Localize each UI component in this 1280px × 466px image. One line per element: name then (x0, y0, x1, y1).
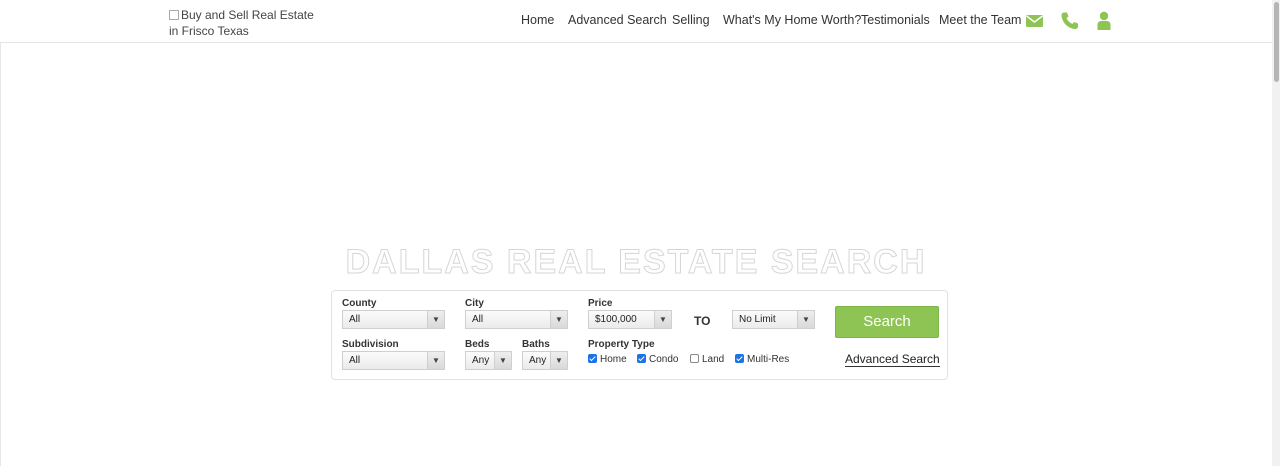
chevron-down-icon: ▼ (427, 311, 444, 328)
property-type-label: Property Type (588, 339, 655, 350)
quick-search-form: County All ▼ City All ▼ Price $100,000 ▼ TO… (331, 290, 948, 380)
scrollbar[interactable] (1272, 0, 1280, 466)
nav-home[interactable]: Home (521, 13, 554, 27)
chevron-down-icon: ▼ (427, 352, 444, 369)
price-max-select[interactable]: No Limit ▼ (732, 310, 815, 329)
site-header: Buy and Sell Real Estate in Frisco Texas… (0, 0, 1272, 43)
price-min-select[interactable]: $100,000 ▼ (588, 310, 672, 329)
beds-label: Beds (465, 339, 490, 350)
hero-title: DALLAS REAL ESTATE SEARCH (345, 243, 927, 282)
price-to-label: TO (694, 314, 711, 328)
envelope-icon[interactable] (1025, 11, 1045, 31)
county-select[interactable]: All ▼ (342, 310, 445, 329)
search-button[interactable]: Search (835, 306, 939, 338)
nav-meet-team[interactable]: Meet the Team (939, 13, 1021, 27)
subdivision-label: Subdivision (342, 339, 399, 350)
checkbox-condo[interactable]: Condo (637, 354, 678, 365)
city-select[interactable]: All ▼ (465, 310, 568, 329)
logo-alt-text: Buy and Sell Real Estate in Frisco Texas (169, 8, 314, 38)
checkbox-box[interactable] (588, 354, 597, 363)
phone-icon[interactable] (1060, 11, 1080, 31)
baths-select[interactable]: Any ▼ (522, 351, 568, 370)
nav-selling[interactable]: Selling (672, 13, 710, 27)
chevron-down-icon: ▼ (550, 352, 567, 369)
advanced-search-link[interactable]: Advanced Search (845, 352, 940, 367)
baths-label: Baths (522, 339, 550, 350)
site-logo[interactable]: Buy and Sell Real Estate in Frisco Texas (169, 7, 319, 39)
city-label: City (465, 298, 484, 309)
chevron-down-icon: ▼ (550, 311, 567, 328)
chevron-down-icon: ▼ (494, 352, 511, 369)
checkbox-home[interactable]: Home (588, 354, 627, 365)
chevron-down-icon: ▼ (654, 311, 671, 328)
county-label: County (342, 298, 377, 309)
checkbox-box[interactable] (690, 354, 699, 363)
beds-select[interactable]: Any ▼ (465, 351, 512, 370)
chevron-down-icon: ▼ (797, 311, 814, 328)
subdivision-select[interactable]: All ▼ (342, 351, 445, 370)
checkbox-box[interactable] (637, 354, 646, 363)
price-label: Price (588, 298, 613, 309)
nav-advanced-search[interactable]: Advanced Search (568, 13, 667, 27)
nav-home-worth[interactable]: What's My Home Worth? (723, 13, 861, 27)
scrollbar-thumb[interactable] (1274, 2, 1279, 82)
page-frame (0, 0, 1272, 466)
checkbox-box[interactable] (735, 354, 744, 363)
checkbox-multi-res[interactable]: Multi-Res (735, 354, 789, 365)
user-icon[interactable] (1095, 11, 1115, 31)
nav-testimonials[interactable]: Testimonials (861, 13, 930, 27)
broken-image-icon (169, 10, 179, 20)
checkbox-land[interactable]: Land (690, 354, 724, 365)
